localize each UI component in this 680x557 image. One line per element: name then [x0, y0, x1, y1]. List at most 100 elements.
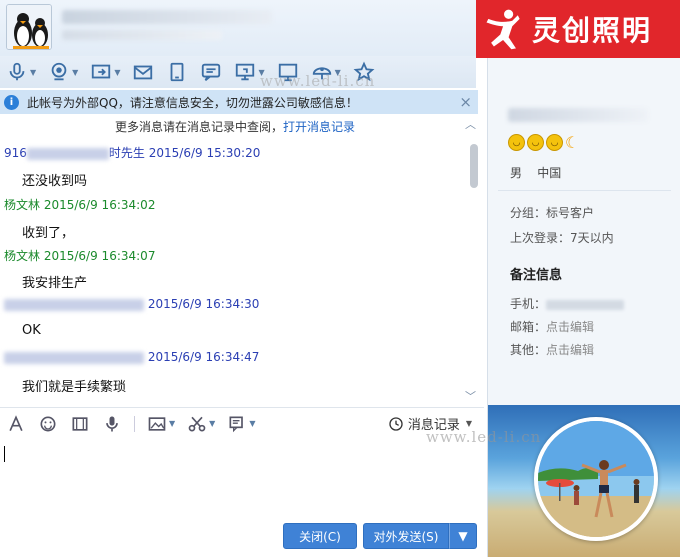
- toolbar-divider: [134, 415, 135, 432]
- screenshot-button[interactable]: ▼: [187, 414, 215, 434]
- brand-name: 灵创照明: [532, 14, 653, 47]
- history-tip: 更多消息请在消息记录中查阅，打开消息记录: [0, 118, 470, 135]
- send-button[interactable]: 对外发送(S): [363, 523, 449, 549]
- message-text: 还没收到吗: [22, 174, 88, 189]
- close-icon[interactable]: ×: [459, 93, 472, 111]
- text-cursor: [4, 446, 5, 462]
- profile-name-blurred: [508, 108, 648, 122]
- chat-log: 更多消息请在消息记录中查阅，打开消息记录 ︿ 916 时先生 2015/6/9 1…: [0, 114, 484, 406]
- chat-scrollbar[interactable]: [470, 136, 478, 398]
- input-toolbar: ▼ ▼ ▼ 消息记录 ▼: [0, 407, 484, 439]
- message-time: 2015/6/9 16:34:47: [147, 350, 260, 364]
- microphone-icon: [106, 416, 118, 431]
- notice-text: 此帐号为外部QQ，请注意信息安全，切勿泄露公司敏感信息！: [27, 95, 358, 110]
- profile-photo[interactable]: [534, 417, 658, 541]
- other-edit-link[interactable]: 点击编辑: [546, 343, 594, 357]
- penguin-avatar-icon: [7, 5, 51, 49]
- message-text: 我安排生产: [22, 276, 88, 291]
- chevron-down-icon: ▼: [458, 529, 468, 543]
- tablet-button[interactable]: [166, 59, 188, 85]
- profile-last-login: 上次登录：7天以内: [510, 231, 614, 245]
- moon-badge-icon: ☾: [565, 133, 580, 152]
- sender-name-blurred: [4, 351, 144, 364]
- watermark: www.led-li.cn: [260, 72, 376, 90]
- contact-avatar[interactable]: [6, 4, 52, 50]
- message-time: 2015/6/9 16:34:30: [147, 297, 260, 311]
- profile-gender: 男: [510, 166, 523, 180]
- voice-message-button[interactable]: [102, 414, 122, 434]
- email-edit-link[interactable]: 点击编辑: [546, 320, 594, 334]
- send-options-button[interactable]: ▼: [449, 523, 477, 549]
- message-text: 收到了，: [22, 226, 75, 241]
- info-icon: i: [4, 94, 19, 110]
- camera-icon: [51, 62, 67, 81]
- other-field: 其他：点击编辑: [510, 341, 594, 358]
- scroll-down-icon[interactable]: ﹀: [465, 388, 476, 404]
- smiley-icon: [40, 416, 56, 431]
- watermark: www.led-li.cn: [426, 428, 542, 446]
- microphone-icon: [9, 62, 25, 81]
- profile-region: 中国: [537, 166, 562, 180]
- profile-panel: ◡ ◡ ◡ ☾ 男 中国 分组：标号客户 上次登录：7天以内 备注信息 手机： …: [487, 58, 680, 557]
- share-screen-icon: [92, 64, 111, 79]
- sun-badge-icon: ◡: [546, 134, 563, 151]
- chat-window: 灵创照明 ▼ ▼ ▼ ▼ ▼ i 此帐号为外部QQ，请注意信息安全，切勿泄露公司…: [0, 0, 680, 557]
- font-button[interactable]: [6, 414, 26, 434]
- more-tools-button[interactable]: ▼: [227, 414, 255, 434]
- message-sender: 杨文林: [4, 198, 41, 212]
- document-icon: [229, 416, 244, 432]
- divider: [498, 190, 671, 191]
- voice-call-button[interactable]: ▼: [6, 59, 36, 85]
- phone-label: 手机：: [510, 297, 547, 311]
- contact-name-blurred: [62, 10, 272, 24]
- remarks-title: 备注信息: [510, 268, 563, 283]
- brand-figure-icon: [476, 0, 532, 58]
- message-sender: 杨文林: [4, 249, 41, 263]
- message-header: 2015/6/9 16:34:30: [4, 297, 259, 311]
- message-header: 杨文林 2015/6/9 16:34:07: [4, 247, 155, 264]
- phone-value-blurred: [546, 299, 625, 310]
- contact-signature-blurred: [62, 30, 222, 40]
- brand-logo: 灵创照明: [476, 0, 680, 58]
- send-mail-button[interactable]: [132, 59, 154, 85]
- close-button[interactable]: 关闭(C): [283, 523, 357, 549]
- message-text: 我们就是手续繁琐: [22, 380, 127, 395]
- history-tip-text: 更多消息请在消息记录中查阅，: [114, 120, 283, 134]
- message-sender: 916: [4, 146, 27, 160]
- tablet-icon: [171, 62, 184, 82]
- email-label: 邮箱：: [510, 320, 547, 334]
- profile-gender-region: 男 中国: [510, 164, 561, 181]
- film-icon: [72, 416, 88, 431]
- phone-field: 手机：: [510, 295, 625, 312]
- open-history-link[interactable]: 打开消息记录: [283, 120, 355, 134]
- profile-group: 分组：标号客户: [510, 206, 595, 220]
- share-screen-button[interactable]: ▼: [90, 59, 120, 85]
- email-field: 邮箱：点击编辑: [510, 318, 594, 335]
- message-time: 2015/6/9 15:30:20: [148, 146, 261, 160]
- scissors-icon: [188, 416, 206, 431]
- scroll-up-icon[interactable]: ︿: [465, 116, 476, 132]
- message-board-button[interactable]: [200, 59, 222, 85]
- video-clip-button[interactable]: [70, 414, 90, 434]
- remote-desktop-icon: [236, 63, 255, 81]
- message-sender-suffix: 时先生: [108, 146, 145, 160]
- message-header: 杨文林 2015/6/9 16:34:02: [4, 196, 155, 213]
- scroll-thumb[interactable]: [470, 144, 478, 188]
- sender-name-blurred: [26, 147, 109, 160]
- message-input[interactable]: [0, 440, 484, 520]
- message-text: OK: [22, 323, 41, 338]
- message-header: 916 时先生 2015/6/9 15:30:20: [4, 144, 260, 161]
- video-call-button[interactable]: ▼: [48, 59, 78, 85]
- mail-icon: [134, 65, 153, 80]
- emoji-button[interactable]: [38, 414, 58, 434]
- person-on-beach-icon: [538, 421, 654, 537]
- main-toolbar: ▼ ▼ ▼ ▼ ▼: [0, 56, 476, 88]
- message-header: 2015/6/9 16:34:47: [4, 350, 259, 364]
- security-notice-bar: i 此帐号为外部QQ，请注意信息安全，切勿泄露公司敏感信息！ ×: [0, 90, 478, 114]
- image-button[interactable]: ▼: [147, 414, 175, 434]
- clock-icon: [389, 416, 403, 431]
- sun-badge-icon: ◡: [527, 134, 544, 151]
- level-badges: ◡ ◡ ◡ ☾: [508, 134, 579, 151]
- font-icon: [9, 414, 23, 431]
- sender-name-blurred: [4, 298, 144, 311]
